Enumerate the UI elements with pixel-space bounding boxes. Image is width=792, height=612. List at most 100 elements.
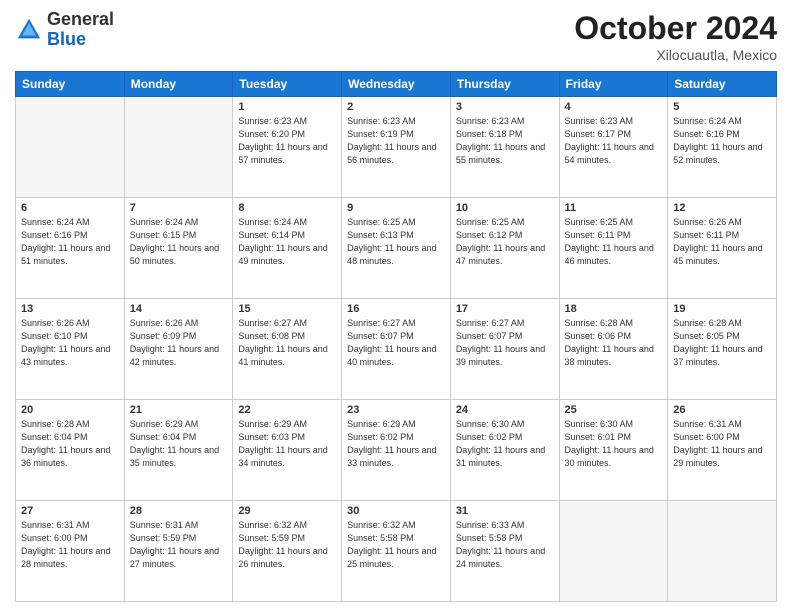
calendar-cell: 23 Sunrise: 6:29 AMSunset: 6:02 PMDayligh…	[342, 400, 451, 501]
day-number: 29	[238, 505, 336, 517]
location: Xilocuautla, Mexico	[574, 47, 777, 63]
day-info: Sunrise: 6:26 AMSunset: 6:09 PMDaylight:…	[130, 317, 228, 369]
day-info: Sunrise: 6:23 AMSunset: 6:19 PMDaylight:…	[347, 115, 445, 167]
calendar-cell: 19 Sunrise: 6:28 AMSunset: 6:05 PMDayligh…	[668, 299, 777, 400]
day-info: Sunrise: 6:27 AMSunset: 6:08 PMDaylight:…	[238, 317, 336, 369]
calendar-cell: 3 Sunrise: 6:23 AMSunset: 6:18 PMDaylight…	[450, 97, 559, 198]
day-info: Sunrise: 6:25 AMSunset: 6:11 PMDaylight:…	[565, 216, 663, 268]
day-info: Sunrise: 6:24 AMSunset: 6:16 PMDaylight:…	[673, 115, 771, 167]
calendar-cell: 15 Sunrise: 6:27 AMSunset: 6:08 PMDayligh…	[233, 299, 342, 400]
calendar-cell	[559, 501, 668, 602]
calendar-cell: 11 Sunrise: 6:25 AMSunset: 6:11 PMDayligh…	[559, 198, 668, 299]
day-number: 6	[21, 202, 119, 214]
calendar-cell: 22 Sunrise: 6:29 AMSunset: 6:03 PMDayligh…	[233, 400, 342, 501]
day-number: 11	[565, 202, 663, 214]
calendar-cell: 9Sunrise: 6:25 AMSunset: 6:13 PMDaylight…	[342, 198, 451, 299]
day-number: 20	[21, 404, 119, 416]
day-info: Sunrise: 6:26 AMSunset: 6:11 PMDaylight:…	[673, 216, 771, 268]
day-info: Sunrise: 6:23 AMSunset: 6:17 PMDaylight:…	[565, 115, 663, 167]
logo-blue: Blue	[47, 29, 86, 49]
day-info: Sunrise: 6:31 AMSunset: 5:59 PMDaylight:…	[130, 519, 228, 571]
day-number: 16	[347, 303, 445, 315]
day-info: Sunrise: 6:24 AMSunset: 6:15 PMDaylight:…	[130, 216, 228, 268]
day-number: 7	[130, 202, 228, 214]
day-info: Sunrise: 6:24 AMSunset: 6:14 PMDaylight:…	[238, 216, 336, 268]
day-info: Sunrise: 6:32 AMSunset: 5:58 PMDaylight:…	[347, 519, 445, 571]
calendar-cell: 2 Sunrise: 6:23 AMSunset: 6:19 PMDaylight…	[342, 97, 451, 198]
day-number: 12	[673, 202, 771, 214]
day-number: 17	[456, 303, 554, 315]
weekday-header-monday: Monday	[124, 72, 233, 97]
day-info: Sunrise: 6:27 AMSunset: 6:07 PMDaylight:…	[347, 317, 445, 369]
weekday-header-friday: Friday	[559, 72, 668, 97]
calendar-body: 1 Sunrise: 6:23 AMSunset: 6:20 PMDaylight…	[16, 97, 777, 602]
page: General Blue October 2024 Xilocuautla, M…	[0, 0, 792, 612]
calendar-cell: 27Sunrise: 6:31 AMSunset: 6:00 PMDayligh…	[16, 501, 125, 602]
day-info: Sunrise: 6:27 AMSunset: 6:07 PMDaylight:…	[456, 317, 554, 369]
day-number: 28	[130, 505, 228, 517]
calendar-cell: 21Sunrise: 6:29 AMSunset: 6:04 PMDayligh…	[124, 400, 233, 501]
day-number: 30	[347, 505, 445, 517]
day-number: 24	[456, 404, 554, 416]
day-info: Sunrise: 6:31 AMSunset: 6:00 PMDaylight:…	[21, 519, 119, 571]
logo-general: General	[47, 9, 114, 29]
calendar-cell: 30 Sunrise: 6:32 AMSunset: 5:58 PMDayligh…	[342, 501, 451, 602]
week-row-2: 6 Sunrise: 6:24 AMSunset: 6:16 PMDaylight…	[16, 198, 777, 299]
day-number: 31	[456, 505, 554, 517]
weekday-header-wednesday: Wednesday	[342, 72, 451, 97]
calendar-cell: 24Sunrise: 6:30 AMSunset: 6:02 PMDayligh…	[450, 400, 559, 501]
day-number: 2	[347, 101, 445, 113]
day-info: Sunrise: 6:28 AMSunset: 6:04 PMDaylight:…	[21, 418, 119, 470]
calendar-cell: 31 Sunrise: 6:33 AMSunset: 5:58 PMDayligh…	[450, 501, 559, 602]
day-number: 3	[456, 101, 554, 113]
day-info: Sunrise: 6:25 AMSunset: 6:12 PMDaylight:…	[456, 216, 554, 268]
day-info: Sunrise: 6:29 AMSunset: 6:02 PMDaylight:…	[347, 418, 445, 470]
day-number: 21	[130, 404, 228, 416]
day-number: 9	[347, 202, 445, 214]
day-info: Sunrise: 6:31 AMSunset: 6:00 PMDaylight:…	[673, 418, 771, 470]
calendar-cell: 4 Sunrise: 6:23 AMSunset: 6:17 PMDaylight…	[559, 97, 668, 198]
day-number: 5	[673, 101, 771, 113]
day-number: 4	[565, 101, 663, 113]
calendar-table: SundayMondayTuesdayWednesdayThursdayFrid…	[15, 71, 777, 602]
day-info: Sunrise: 6:23 AMSunset: 6:20 PMDaylight:…	[238, 115, 336, 167]
day-number: 23	[347, 404, 445, 416]
day-info: Sunrise: 6:24 AMSunset: 6:16 PMDaylight:…	[21, 216, 119, 268]
day-number: 18	[565, 303, 663, 315]
calendar-header: SundayMondayTuesdayWednesdayThursdayFrid…	[16, 72, 777, 97]
calendar-cell: 17 Sunrise: 6:27 AMSunset: 6:07 PMDayligh…	[450, 299, 559, 400]
day-info: Sunrise: 6:26 AMSunset: 6:10 PMDaylight:…	[21, 317, 119, 369]
day-number: 10	[456, 202, 554, 214]
day-info: Sunrise: 6:32 AMSunset: 5:59 PMDaylight:…	[238, 519, 336, 571]
calendar-cell	[16, 97, 125, 198]
day-number: 22	[238, 404, 336, 416]
calendar-cell	[668, 501, 777, 602]
week-row-1: 1 Sunrise: 6:23 AMSunset: 6:20 PMDaylight…	[16, 97, 777, 198]
header: General Blue October 2024 Xilocuautla, M…	[15, 10, 777, 63]
weekday-header-saturday: Saturday	[668, 72, 777, 97]
day-number: 26	[673, 404, 771, 416]
day-number: 1	[238, 101, 336, 113]
calendar-cell: 13 Sunrise: 6:26 AMSunset: 6:10 PMDayligh…	[16, 299, 125, 400]
day-info: Sunrise: 6:23 AMSunset: 6:18 PMDaylight:…	[456, 115, 554, 167]
calendar-cell	[124, 97, 233, 198]
day-info: Sunrise: 6:29 AMSunset: 6:03 PMDaylight:…	[238, 418, 336, 470]
day-info: Sunrise: 6:28 AMSunset: 6:05 PMDaylight:…	[673, 317, 771, 369]
calendar-cell: 25Sunrise: 6:30 AMSunset: 6:01 PMDayligh…	[559, 400, 668, 501]
calendar-cell: 12 Sunrise: 6:26 AMSunset: 6:11 PMDayligh…	[668, 198, 777, 299]
calendar-cell: 7 Sunrise: 6:24 AMSunset: 6:15 PMDaylight…	[124, 198, 233, 299]
day-info: Sunrise: 6:33 AMSunset: 5:58 PMDaylight:…	[456, 519, 554, 571]
week-row-5: 27Sunrise: 6:31 AMSunset: 6:00 PMDayligh…	[16, 501, 777, 602]
day-number: 19	[673, 303, 771, 315]
day-number: 13	[21, 303, 119, 315]
logo-text: General Blue	[47, 10, 114, 50]
logo: General Blue	[15, 10, 114, 50]
day-number: 15	[238, 303, 336, 315]
weekday-header-thursday: Thursday	[450, 72, 559, 97]
day-number: 8	[238, 202, 336, 214]
calendar-cell: 6 Sunrise: 6:24 AMSunset: 6:16 PMDaylight…	[16, 198, 125, 299]
calendar-cell: 26 Sunrise: 6:31 AMSunset: 6:00 PMDayligh…	[668, 400, 777, 501]
day-number: 14	[130, 303, 228, 315]
calendar-cell: 5 Sunrise: 6:24 AMSunset: 6:16 PMDaylight…	[668, 97, 777, 198]
calendar-cell: 28 Sunrise: 6:31 AMSunset: 5:59 PMDayligh…	[124, 501, 233, 602]
